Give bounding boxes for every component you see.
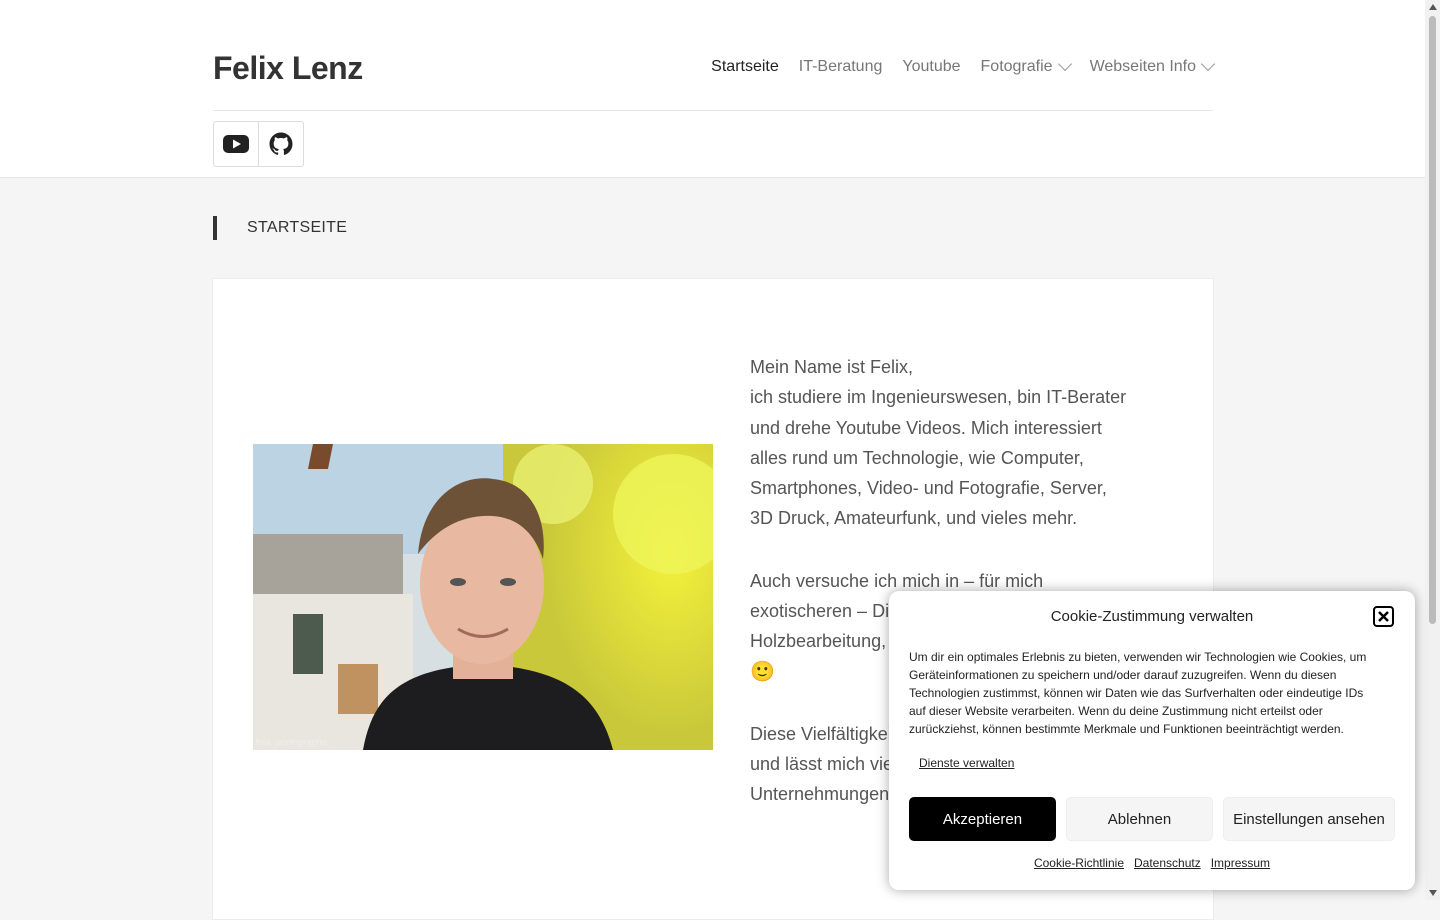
scrollbar[interactable] [1425,0,1440,900]
nav-item-label: Youtube [902,58,961,75]
scroll-thumb[interactable] [1429,16,1436,624]
social-links [213,121,304,167]
site-title[interactable]: Felix Lenz [213,50,363,87]
deny-button[interactable]: Ablehnen [1066,797,1213,841]
cookie-title: Cookie-Zustimmung verwalten [1050,608,1254,625]
profile-photo: felix_photographs_ [253,444,713,750]
github-icon [269,132,293,155]
nav-item-startseite[interactable]: Startseite [711,58,779,76]
imprint-link[interactable]: Impressum [1211,856,1270,870]
chevron-down-icon [1057,56,1072,72]
nav-item-fotografie[interactable]: Fotografie [980,56,1072,76]
nav-item-webseiten-info[interactable]: Webseiten Info [1089,56,1216,76]
cookie-consent-dialog: Cookie-Zustimmung verwalten Um dir ein o… [889,591,1415,890]
close-icon[interactable] [1373,606,1394,627]
cookie-policy-link[interactable]: Cookie-Richtlinie [1034,856,1124,870]
github-link[interactable] [258,122,303,166]
chevron-down-icon [1200,56,1216,72]
scroll-up-arrow-icon[interactable] [1429,4,1437,10]
nav-item-label: IT-Beratung [798,58,883,75]
accept-button[interactable]: Akzeptieren [909,797,1056,841]
nav-item-label: Fotografie [980,58,1053,75]
intro-paragraph: Mein Name ist Felix, ich studiere im Ing… [750,357,1127,529]
cookie-footer-links: Cookie-Richtlinie Datenschutz Impressum [889,856,1415,870]
photo-watermark: felix_photographs_ [255,737,331,747]
cookie-description: Um dir ein optimales Erlebnis zu bieten,… [909,650,1367,736]
page-heading: STARTSEITE [213,216,347,240]
youtube-link[interactable] [214,122,258,166]
view-settings-button[interactable]: Einstellungen ansehen [1223,797,1395,841]
manage-services-link[interactable]: Dienste verwalten [919,756,1014,770]
site-header: Felix Lenz Startseite IT-Beratung Youtub… [0,0,1425,178]
nav-item-label: Startseite [711,58,779,75]
privacy-link[interactable]: Datenschutz [1134,856,1201,870]
portrait-image: felix_photographs_ [253,444,713,750]
scroll-down-arrow-icon[interactable] [1429,890,1437,896]
nav-item-it-beratung[interactable]: IT-Beratung [799,58,883,76]
header-divider [213,110,1213,111]
main-nav: Startseite IT-Beratung Youtube Fotografi… [691,56,1216,76]
youtube-icon [223,135,249,153]
nav-item-label: Webseiten Info [1089,58,1196,75]
nav-item-youtube[interactable]: Youtube [902,58,960,76]
